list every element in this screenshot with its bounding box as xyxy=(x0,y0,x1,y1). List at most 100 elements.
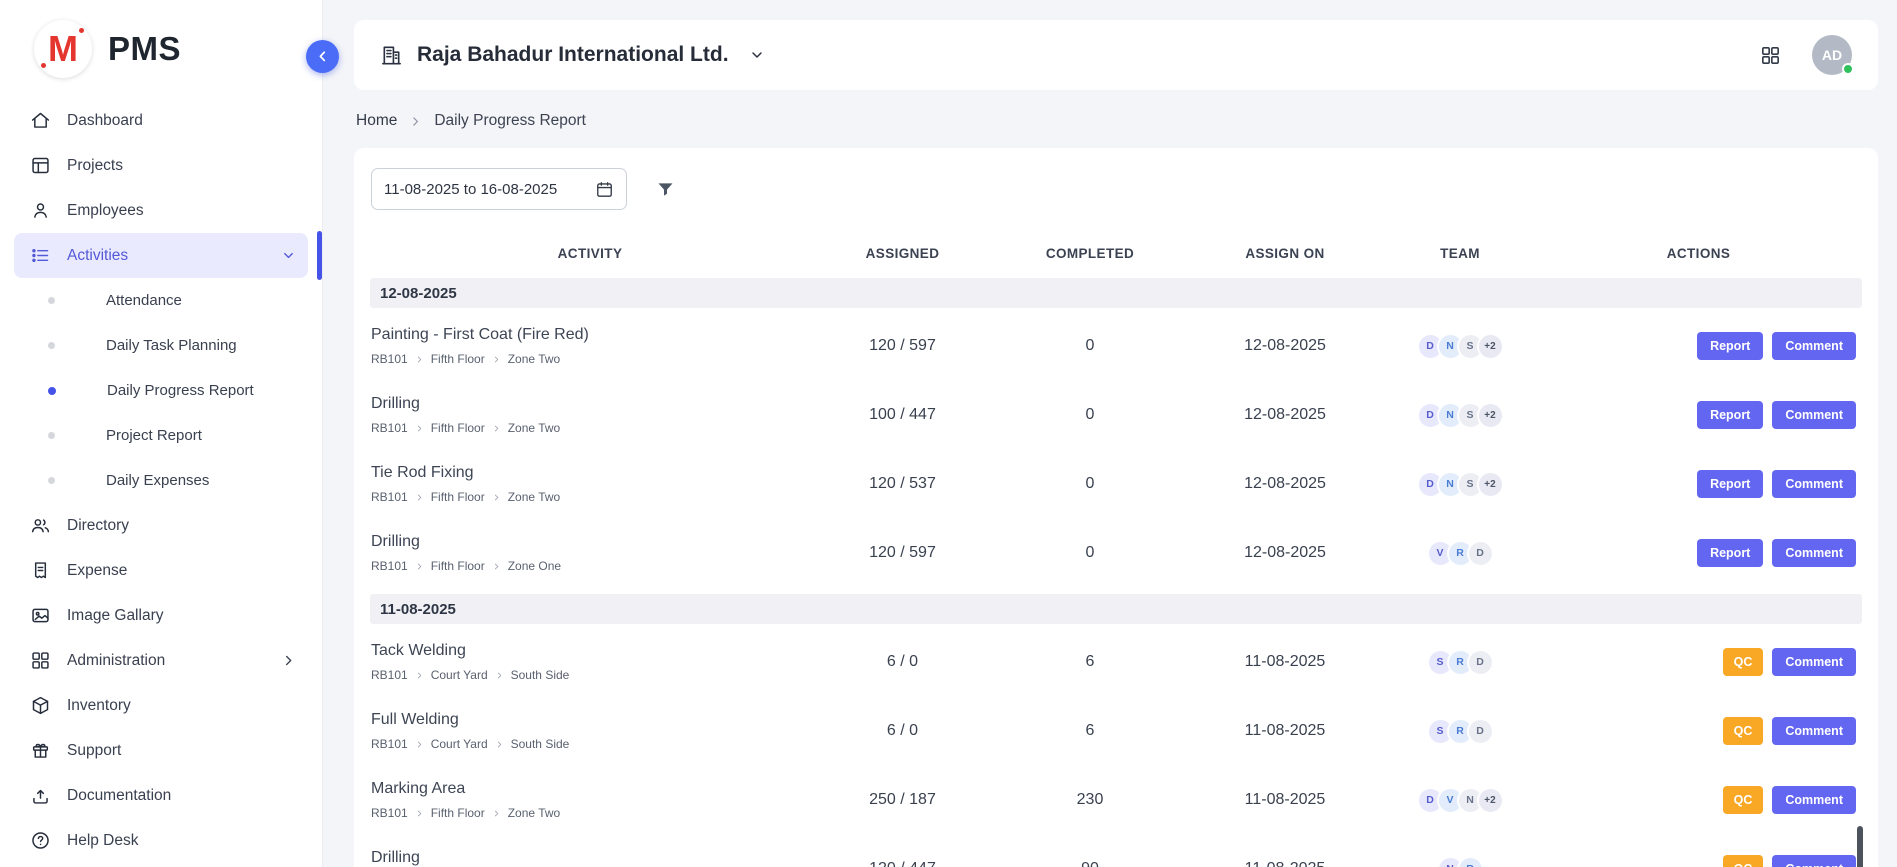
chevron-right-icon xyxy=(415,740,424,749)
comment-button[interactable]: Comment xyxy=(1772,855,1856,867)
directory-icon xyxy=(30,515,51,536)
team-extra-count[interactable]: +2 xyxy=(1477,471,1504,498)
support-icon xyxy=(30,740,51,761)
sidebar-item-dashboard[interactable]: Dashboard xyxy=(14,98,308,143)
breadcrumb-home-link[interactable]: Home xyxy=(356,112,397,130)
company-selector[interactable]: Raja Bahadur International Ltd. xyxy=(380,43,765,67)
scrollbar-thumb[interactable] xyxy=(1857,826,1863,867)
assign-on-date: 11-08-2025 xyxy=(1185,860,1385,867)
team-extra-count[interactable]: +2 xyxy=(1477,333,1504,360)
assigned-value: 120 / 597 xyxy=(810,337,995,355)
chevron-right-icon xyxy=(281,653,296,668)
sidebar-item-help-desk[interactable]: Help Desk xyxy=(14,818,308,863)
bullet-icon xyxy=(48,297,55,304)
sidebar-item-label: Help Desk xyxy=(67,832,139,850)
gallery-icon xyxy=(30,605,51,626)
report-button[interactable]: Report xyxy=(1697,332,1763,360)
sidebar-item-label: Documentation xyxy=(67,787,171,805)
user-menu[interactable]: AD xyxy=(1812,35,1852,75)
sidebar-subitem-daily-task-planning[interactable]: Daily Task Planning xyxy=(0,323,322,368)
chevron-right-icon xyxy=(415,671,424,680)
completed-value: 6 xyxy=(995,653,1185,671)
comment-button[interactable]: Comment xyxy=(1772,717,1856,745)
qc-button[interactable]: QC xyxy=(1723,648,1764,676)
main-content: Raja Bahadur International Ltd. AD Home … xyxy=(323,0,1897,867)
team-extra-count[interactable]: +2 xyxy=(1477,787,1504,814)
sidebar-subitem-daily-expenses[interactable]: Daily Expenses xyxy=(0,458,322,503)
assigned-value: 250 / 187 xyxy=(810,791,995,809)
employees-icon xyxy=(30,200,51,221)
activity-cell: Painting - First Coat (Fire Red)RB101Fif… xyxy=(370,326,810,366)
team-member-avatar: D xyxy=(1467,540,1494,567)
row-actions: Report Comment xyxy=(1535,470,1862,498)
team-member-avatar: D xyxy=(1467,649,1494,676)
activity-name: Marking Area xyxy=(371,780,810,798)
sidebar-item-administration[interactable]: Administration xyxy=(14,638,308,683)
apps-grid-icon[interactable] xyxy=(1759,44,1782,67)
assign-on-date: 12-08-2025 xyxy=(1185,475,1385,493)
sidebar-item-employees[interactable]: Employees xyxy=(14,188,308,233)
table-row: DrillingRB101Fifth FloorZone Two120 / 44… xyxy=(370,835,1862,867)
qc-button[interactable]: QC xyxy=(1723,855,1764,867)
comment-button[interactable]: Comment xyxy=(1772,539,1856,567)
sidebar-item-activities[interactable]: Activities xyxy=(14,233,308,278)
report-button[interactable]: Report xyxy=(1697,470,1763,498)
sidebar-item-image-gallary[interactable]: Image Gallary xyxy=(14,593,308,638)
team-member-avatar: D xyxy=(1467,718,1494,745)
comment-button[interactable]: Comment xyxy=(1772,401,1856,429)
table-row: Painting - First Coat (Fire Red)RB101Fif… xyxy=(370,312,1862,381)
assigned-value: 100 / 447 xyxy=(810,406,995,424)
table-header-row: ACTIVITYASSIGNEDCOMPLETEDASSIGN ONTEAMAC… xyxy=(370,234,1862,272)
report-button[interactable]: Report xyxy=(1697,401,1763,429)
date-range-value: 11-08-2025 to 16-08-2025 xyxy=(384,181,557,198)
building-icon xyxy=(380,44,403,67)
comment-button[interactable]: Comment xyxy=(1772,648,1856,676)
comment-button[interactable]: Comment xyxy=(1772,332,1856,360)
chevron-right-icon xyxy=(495,740,504,749)
assigned-value: 6 / 0 xyxy=(810,653,995,671)
breadcrumb-current: Daily Progress Report xyxy=(434,112,586,130)
sidebar-item-documentation[interactable]: Documentation xyxy=(14,773,308,818)
sidebar-item-directory[interactable]: Directory xyxy=(14,503,308,548)
team-extra-count[interactable]: +2 xyxy=(1477,402,1504,429)
sidebar-subitem-daily-progress-report[interactable]: Daily Progress Report xyxy=(0,368,322,413)
chevron-right-icon xyxy=(415,493,424,502)
bullet-icon xyxy=(48,342,55,349)
date-range-input[interactable]: 11-08-2025 to 16-08-2025 xyxy=(371,168,627,210)
chevron-right-icon xyxy=(415,355,424,364)
location-segment: South Side xyxy=(511,737,570,751)
sidebar-subitem-project-report[interactable]: Project Report xyxy=(0,413,322,458)
sidebar-subitem-attendance[interactable]: Attendance xyxy=(0,278,322,323)
qc-button[interactable]: QC xyxy=(1723,717,1764,745)
chevron-left-icon xyxy=(314,48,331,65)
home-icon xyxy=(30,110,51,131)
sidebar-item-support[interactable]: Support xyxy=(14,728,308,773)
row-actions: Report Comment xyxy=(1535,401,1862,429)
assign-on-date: 11-08-2025 xyxy=(1185,653,1385,671)
sidebar-item-inventory[interactable]: Inventory xyxy=(14,683,308,728)
activity-name: Drilling xyxy=(371,395,810,413)
activities-icon xyxy=(30,245,51,266)
comment-button[interactable]: Comment xyxy=(1772,786,1856,814)
sidebar-item-projects[interactable]: Projects xyxy=(14,143,308,188)
chevron-right-icon xyxy=(492,809,501,818)
comment-button[interactable]: Comment xyxy=(1772,470,1856,498)
activity-name: Full Welding xyxy=(371,711,810,729)
column-header-assigned: ASSIGNED xyxy=(810,246,995,261)
activity-cell: DrillingRB101Fifth FloorZone Two xyxy=(370,849,810,867)
activity-cell: DrillingRB101Fifth FloorZone Two xyxy=(370,395,810,435)
activity-location-path: RB101Court YardSouth Side xyxy=(371,737,810,751)
sidebar-collapse-button[interactable] xyxy=(306,40,339,73)
team-member-avatar: R xyxy=(1457,856,1484,867)
date-group-header: 11-08-2025 xyxy=(370,594,1862,624)
qc-button[interactable]: QC xyxy=(1723,786,1764,814)
location-segment: Zone Two xyxy=(508,352,560,366)
inventory-icon xyxy=(30,695,51,716)
table-row: Tack WeldingRB101Court YardSouth Side6 /… xyxy=(370,628,1862,697)
location-segment: Court Yard xyxy=(431,737,488,751)
report-button[interactable]: Report xyxy=(1697,539,1763,567)
breadcrumb: Home Daily Progress Report xyxy=(356,112,1878,130)
sidebar-item-expense[interactable]: Expense xyxy=(14,548,308,593)
filter-icon[interactable] xyxy=(655,179,676,200)
sidebar-item-label: Expense xyxy=(67,562,127,580)
